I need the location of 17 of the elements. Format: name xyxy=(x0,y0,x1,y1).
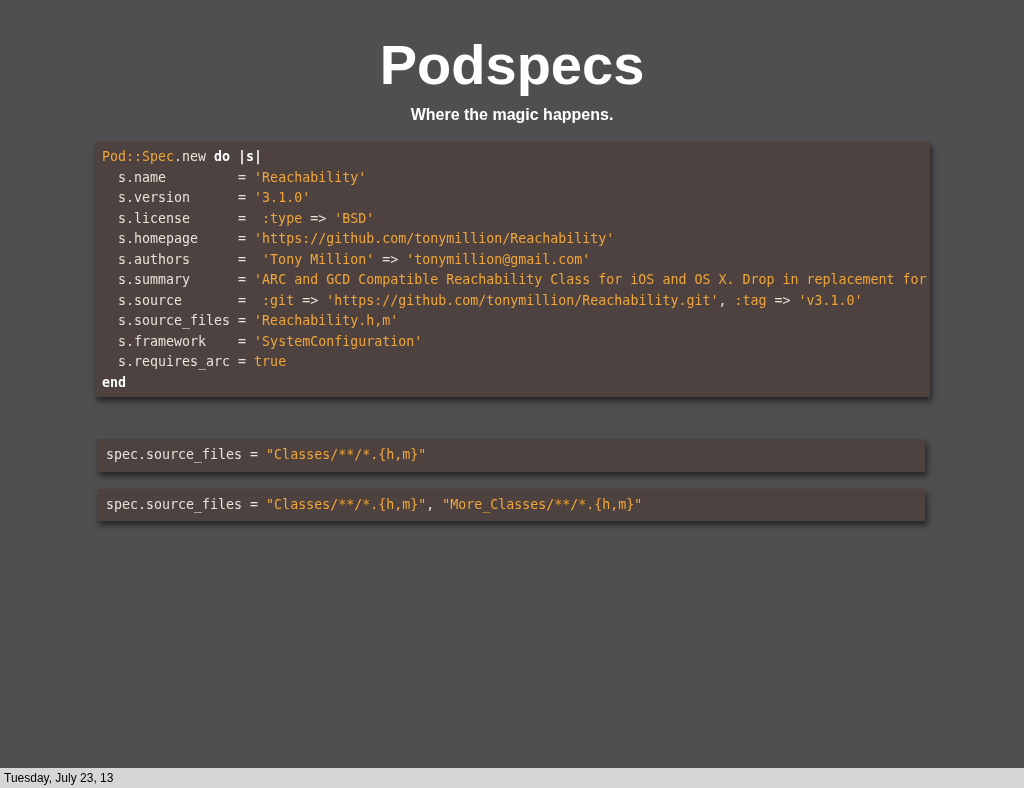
footer-date: Tuesday, July 23, 13 xyxy=(4,771,114,785)
code-line: s.license = :type => 'BSD' xyxy=(117,209,376,228)
code-line: s.source_files = 'Reachability.h,m' xyxy=(117,312,400,331)
code-line: s.requires_arc = true xyxy=(117,353,288,372)
code-line: end xyxy=(102,373,128,392)
code-line: spec.source_files = "Classes/**/*.{h,m}", "More_Classes/**/*.{h,m}" xyxy=(106,495,644,515)
code-line: Pod::Spec.new do |s| xyxy=(102,148,264,167)
slide-subtitle: Where the magic happens. xyxy=(410,106,614,124)
code-line: s.source = :git => 'https://github.com/tonymillion/Reachability.git', :tag => 'v3.1.0' xyxy=(117,291,864,310)
code-line: spec.source_files = "Classes/**/*.{h,m}" xyxy=(106,446,428,465)
code-line: s.framework = 'SystemConfiguration' xyxy=(117,332,424,351)
code-line: s.authors = 'Tony Million' => 'tonymillion@gmail.com' xyxy=(117,250,592,269)
slide-title: Podspecs xyxy=(379,32,645,98)
code-line: s.homepage = 'https://github.com/tonymillion/Reachability' xyxy=(117,230,616,248)
code-line: s.name = 'Reachability' xyxy=(117,168,368,187)
code-line: s.summary = 'ARC and GCD Compatible Reachability Class for iOS and OS X. Drop in replacement for xyxy=(117,271,928,289)
code-line: s.version = '3.1.0' xyxy=(117,189,312,207)
